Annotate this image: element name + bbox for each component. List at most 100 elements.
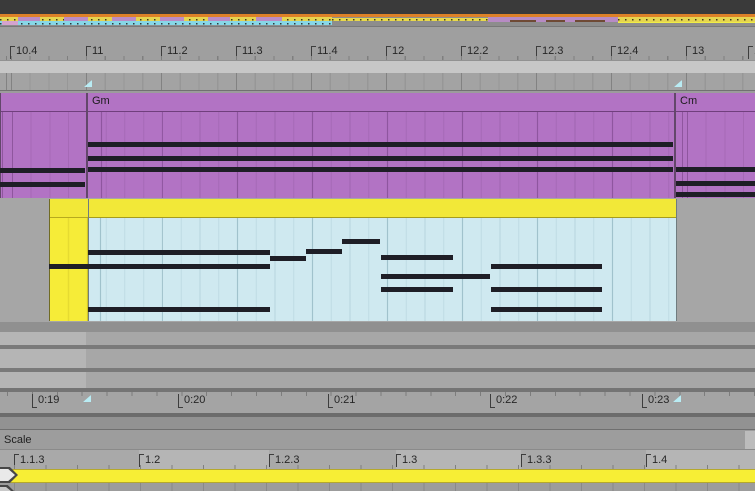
loop-brace[interactable] [0,469,755,483]
ruler-label: 11.4 [311,44,338,57]
ruler-label-text: 0:19 [38,394,59,406]
midi-note [491,287,602,292]
ruler-label-text: 12.3 [542,45,563,57]
mini-clips-cyan-left [0,21,332,25]
loop-start-marker[interactable] [0,467,18,483]
ruler-label: 12.4 [611,44,638,57]
mini-line-yellow-mid [332,18,488,21]
ableton-arrangement-view: 10.4 11 11.2 11.3 11.4 12 12.2 12.3 12.4 13 1 Gm Cm… [0,0,755,491]
scale-lane-header[interactable]: Scale [0,429,755,449]
ruler-label-text: 0:23 [648,394,669,406]
clip-partial[interactable] [88,199,677,321]
ruler-label: 11.3 [236,44,263,57]
overview-strip[interactable] [0,14,755,26]
position-marker-icon[interactable] [84,80,92,87]
ruler-label: 11 [86,44,103,57]
ruler-label-text: 1.1.3 [20,454,44,466]
ruler-label-text: 1.3.3 [527,454,551,466]
ruler-label: 12.2 [461,44,488,57]
midi-note [88,250,270,255]
midi-note [491,307,602,312]
position-marker-icon[interactable] [83,395,91,402]
ruler-label-text: 12 [392,45,404,57]
midi-note [0,182,85,187]
ruler-label-text: 11 [92,45,103,57]
ruler-label-text: 1.2.3 [275,454,299,466]
mini-patch-pink [2,21,18,25]
ruler-label: 0:20 [178,394,205,408]
melody-track-region[interactable] [0,198,755,322]
ruler-label-text: 1.2 [145,454,160,466]
ruler-label: 12.3 [536,44,563,57]
ruler-label-text: 13 [692,45,704,57]
ruler-label-text: 10.4 [16,45,37,57]
mini-dash-brown [575,20,605,22]
ruler-label: 10.4 [10,44,37,57]
clip-title-bar[interactable]: Gm [88,93,674,112]
midi-note [491,264,602,269]
midi-note [88,264,270,269]
collapsed-track-3[interactable] [0,372,755,388]
ruler-label: 1.4 [646,454,667,467]
clip-title-bar[interactable] [50,199,88,218]
ruler-label: 1.3 [396,454,417,467]
ruler-label-text: 1.4 [652,454,667,466]
clip-partial[interactable] [49,199,89,321]
secondary-start-marker[interactable] [0,485,14,491]
ruler-label: 1.3.3 [521,454,551,467]
ruler-label-text: 11.2 [167,45,188,57]
ruler-label: 1 [748,44,755,57]
collapsed-track-1[interactable] [0,332,755,345]
position-marker-icon[interactable] [673,395,681,402]
midi-note [88,167,673,172]
midi-note [88,307,270,312]
ruler-label-text: 12.2 [467,45,488,57]
midi-note [49,264,88,269]
ruler-label: 0:19 [32,394,59,408]
clip-title-bar[interactable] [89,199,676,218]
bottom-grid-strip [0,483,755,491]
ruler-label-text: 11.3 [242,45,263,57]
panel-gap [0,417,755,429]
ruler-label: 1.2 [139,454,160,467]
scale-lane-notch [745,431,755,449]
midi-note [306,249,342,254]
ruler-label-text: 11.4 [317,45,338,57]
track-gap-band [0,322,755,332]
clip-title: Gm [92,95,110,107]
ruler-label-text: 0:21 [334,394,355,406]
clip-title-bar[interactable]: Cm [676,93,755,112]
collapsed-track-2[interactable] [0,349,755,368]
pre-arrangement-shade [0,349,86,368]
midi-note [88,142,673,147]
ruler-label-text: 0:22 [496,394,517,406]
ruler-label: 11.2 [161,44,188,57]
ruler-label: 0:23 [642,394,669,408]
mini-line-yellow-right [618,22,755,24]
midi-note [381,274,490,279]
time-ruler[interactable]: 0:19 0:20 0:21 0:22 0:23 [0,392,755,413]
pre-arrangement-shade [0,372,86,388]
chords-track-region[interactable]: Gm Cm [0,90,755,200]
midi-note [88,156,673,161]
scrub-area[interactable] [0,60,755,74]
ruler-label: 0:21 [328,394,355,408]
midi-note [342,239,380,244]
beat-ruler[interactable]: 10.4 11 11.2 11.3 11.4 12 12.2 12.3 12.4 13 1 [0,27,755,61]
pre-arrangement-shade [0,332,86,345]
ruler-label-text: 0:20 [184,394,205,406]
midi-note [0,168,85,173]
scale-lane-title: Scale [4,434,32,446]
midi-note [270,256,306,261]
ruler-label: 0:22 [490,394,517,408]
ruler-label: 12 [386,44,404,57]
ruler-label-text: 1.3 [402,454,417,466]
scale-beat-ruler[interactable]: 1.1.3 1.2 1.2.3 1.3 1.3.3 1.4 [0,449,755,469]
top-dark-bar [0,0,755,14]
midi-note [381,255,453,260]
ruler-label: 13 [686,44,704,57]
mini-dash-brown [546,20,565,22]
position-marker-icon[interactable] [674,80,682,87]
clip-title-bar[interactable] [1,93,86,112]
ruler-label: 1.1.3 [14,454,44,467]
